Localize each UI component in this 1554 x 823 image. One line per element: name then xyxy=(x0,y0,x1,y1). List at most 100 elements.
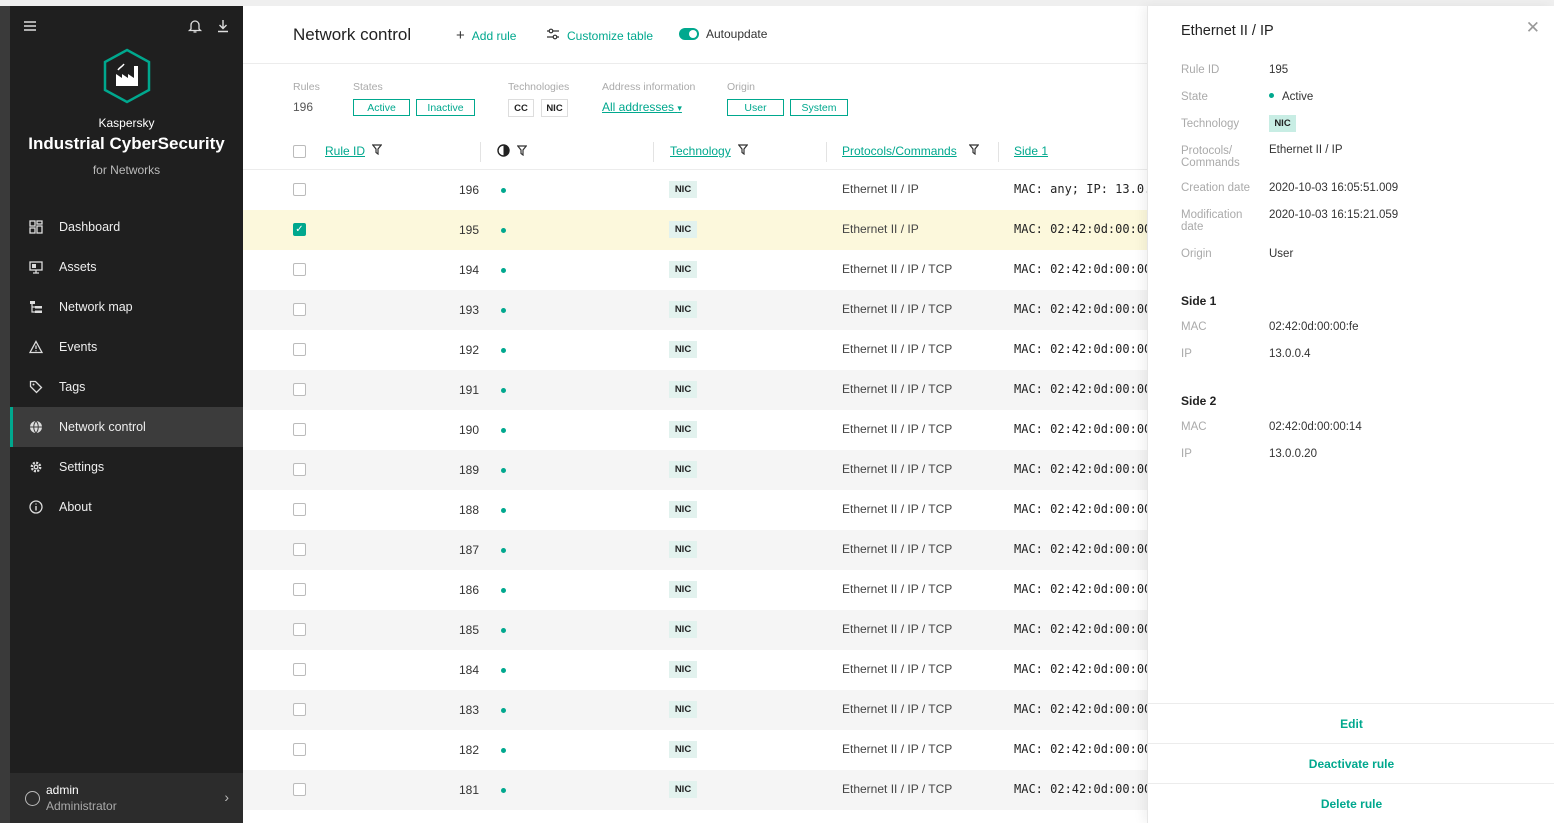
protocols-value: Ethernet II / IP xyxy=(1269,144,1343,156)
row-checkbox[interactable] xyxy=(293,503,306,516)
tech-nic-filter[interactable]: NIC xyxy=(541,99,568,117)
autoupdate-toggle[interactable] xyxy=(679,28,699,40)
autoupdate-label: Autoupdate xyxy=(706,27,768,41)
column-header-side1[interactable]: Side 1 xyxy=(1014,144,1048,158)
user-menu[interactable]: admin Administrator › xyxy=(10,773,243,823)
table-row[interactable]: ✓ 195 NIC Ethernet II / IP MAC: 02:42:0d… xyxy=(243,210,1147,250)
add-rule-button[interactable]: + Add rule xyxy=(456,27,516,44)
deactivate-rule-button[interactable]: Deactivate rule xyxy=(1148,743,1554,783)
table-row[interactable]: 186 NIC Ethernet II / IP / TCP MAC: 02:4… xyxy=(243,570,1147,610)
user-avatar-icon xyxy=(25,791,40,806)
table-row[interactable]: 194 NIC Ethernet II / IP / TCP MAC: 02:4… xyxy=(243,250,1147,290)
state-active-filter[interactable]: Active xyxy=(353,99,410,116)
row-checkbox[interactable] xyxy=(293,623,306,636)
filter-icon[interactable] xyxy=(516,145,528,159)
rule-id-label: Rule ID xyxy=(1181,64,1220,76)
row-checkbox[interactable] xyxy=(293,703,306,716)
protocols-label-line2: Commands xyxy=(1181,157,1240,169)
sidebar-item-network-control[interactable]: Network control xyxy=(10,407,243,447)
row-checkbox[interactable] xyxy=(293,263,306,276)
table-row[interactable]: 184 NIC Ethernet II / IP / TCP MAC: 02:4… xyxy=(243,650,1147,690)
technology-badge: NIC xyxy=(669,501,697,518)
table-row[interactable]: 183 NIC Ethernet II / IP / TCP MAC: 02:4… xyxy=(243,690,1147,730)
row-checkbox[interactable] xyxy=(293,583,306,596)
events-warning-icon xyxy=(28,339,44,355)
side1-mac-label: MAC xyxy=(1181,321,1207,333)
filter-icon[interactable] xyxy=(371,144,383,158)
chevron-right-icon[interactable]: › xyxy=(224,789,229,805)
column-label: Protocols/Commands xyxy=(842,144,957,158)
rule-id: 191 xyxy=(458,383,479,397)
close-icon[interactable]: ✕ xyxy=(1526,18,1540,38)
sidebar-item-settings[interactable]: Settings xyxy=(10,447,243,487)
delete-rule-button[interactable]: Delete rule xyxy=(1148,783,1554,823)
table-row[interactable]: 192 NIC Ethernet II / IP / TCP MAC: 02:4… xyxy=(243,330,1147,370)
sidebar-item-events[interactable]: Events xyxy=(10,327,243,367)
select-all-checkbox[interactable] xyxy=(293,145,306,158)
tech-cc-filter[interactable]: CC xyxy=(508,99,534,117)
filter-icon[interactable] xyxy=(737,144,749,158)
rule-id: 190 xyxy=(458,423,479,437)
origin-system-filter[interactable]: System xyxy=(790,99,848,116)
filter-icon[interactable] xyxy=(968,144,980,158)
bell-icon[interactable] xyxy=(187,18,203,34)
gear-icon xyxy=(28,459,44,475)
row-checkbox[interactable] xyxy=(293,423,306,436)
download-icon[interactable] xyxy=(215,18,231,34)
protocol: Ethernet II / IP / TCP xyxy=(842,742,953,756)
rule-id: 188 xyxy=(458,503,479,517)
table-row[interactable]: 188 NIC Ethernet II / IP / TCP MAC: 02:4… xyxy=(243,490,1147,530)
state-inactive-filter[interactable]: Inactive xyxy=(416,99,475,116)
table-row[interactable]: 189 NIC Ethernet II / IP / TCP MAC: 02:4… xyxy=(243,450,1147,490)
address-filter-dropdown[interactable]: All addresses ▾ xyxy=(602,100,682,114)
edit-button[interactable]: Edit xyxy=(1148,703,1554,743)
table-row[interactable]: 185 NIC Ethernet II / IP / TCP MAC: 02:4… xyxy=(243,610,1147,650)
row-checkbox[interactable] xyxy=(293,343,306,356)
side1-address: MAC: 02:42:0d:00:00 xyxy=(1014,782,1147,796)
table-row[interactable]: 190 NIC Ethernet II / IP / TCP MAC: 02:4… xyxy=(243,410,1147,450)
table-row[interactable]: 196 NIC Ethernet II / IP MAC: any; IP: 1… xyxy=(243,170,1147,210)
sidebar-item-dashboard[interactable]: Dashboard xyxy=(10,207,243,247)
column-header-state[interactable] xyxy=(497,144,528,160)
table-row[interactable]: 181 NIC Ethernet II / IP / TCP MAC: 02:4… xyxy=(243,770,1147,810)
row-checkbox[interactable] xyxy=(293,783,306,796)
column-header-protocols[interactable]: Protocols/Commands xyxy=(842,144,980,158)
technology-badge: NIC xyxy=(669,581,697,598)
table-row[interactable]: 187 NIC Ethernet II / IP / TCP MAC: 02:4… xyxy=(243,530,1147,570)
side1-address: MAC: any; IP: 13.0. xyxy=(1014,182,1147,196)
hamburger-menu-icon[interactable] xyxy=(22,18,38,34)
state-active-dot xyxy=(501,308,506,313)
sidebar-item-about[interactable]: About xyxy=(10,487,243,527)
row-checkbox[interactable] xyxy=(293,383,306,396)
column-header-technology[interactable]: Technology xyxy=(670,144,749,158)
sidebar-item-tags[interactable]: Tags xyxy=(10,367,243,407)
row-checkbox[interactable] xyxy=(293,303,306,316)
protocol: Ethernet II / IP / TCP xyxy=(842,622,953,636)
protocol: Ethernet II / IP xyxy=(842,222,919,236)
customize-table-button[interactable]: Customize table xyxy=(546,27,653,44)
column-header-rule-id[interactable]: Rule ID xyxy=(325,144,383,158)
state-active-dot xyxy=(501,628,506,633)
row-checkbox[interactable] xyxy=(293,183,306,196)
row-checkbox[interactable] xyxy=(293,543,306,556)
table-row[interactable]: 191 NIC Ethernet II / IP / TCP MAC: 02:4… xyxy=(243,370,1147,410)
protocol: Ethernet II / IP / TCP xyxy=(842,782,953,796)
user-name: admin xyxy=(46,783,79,797)
column-label: Side 1 xyxy=(1014,144,1049,158)
row-checkbox[interactable] xyxy=(293,663,306,676)
side2-mac-label: MAC xyxy=(1181,421,1207,433)
table-row[interactable]: 193 NIC Ethernet II / IP / TCP MAC: 02:4… xyxy=(243,290,1147,330)
side1-address: MAC: 02:42:0d:00:00 xyxy=(1014,742,1147,756)
states-label: States xyxy=(353,81,383,93)
sidebar-item-assets[interactable]: Assets xyxy=(10,247,243,287)
rule-details-panel: Ethernet II / IP ✕ Rule ID 195 State Act… xyxy=(1147,6,1554,823)
sidebar-item-network-map[interactable]: Network map xyxy=(10,287,243,327)
row-checkbox[interactable] xyxy=(293,463,306,476)
side2-mac-value: 02:42:0d:00:00:14 xyxy=(1269,421,1362,433)
table-row[interactable]: 182 NIC Ethernet II / IP / TCP MAC: 02:4… xyxy=(243,730,1147,770)
rule-id: 184 xyxy=(458,663,479,677)
row-checkbox[interactable] xyxy=(293,743,306,756)
row-checkbox[interactable]: ✓ xyxy=(293,223,306,236)
origin-user-filter[interactable]: User xyxy=(727,99,784,116)
state-active-dot xyxy=(501,748,506,753)
